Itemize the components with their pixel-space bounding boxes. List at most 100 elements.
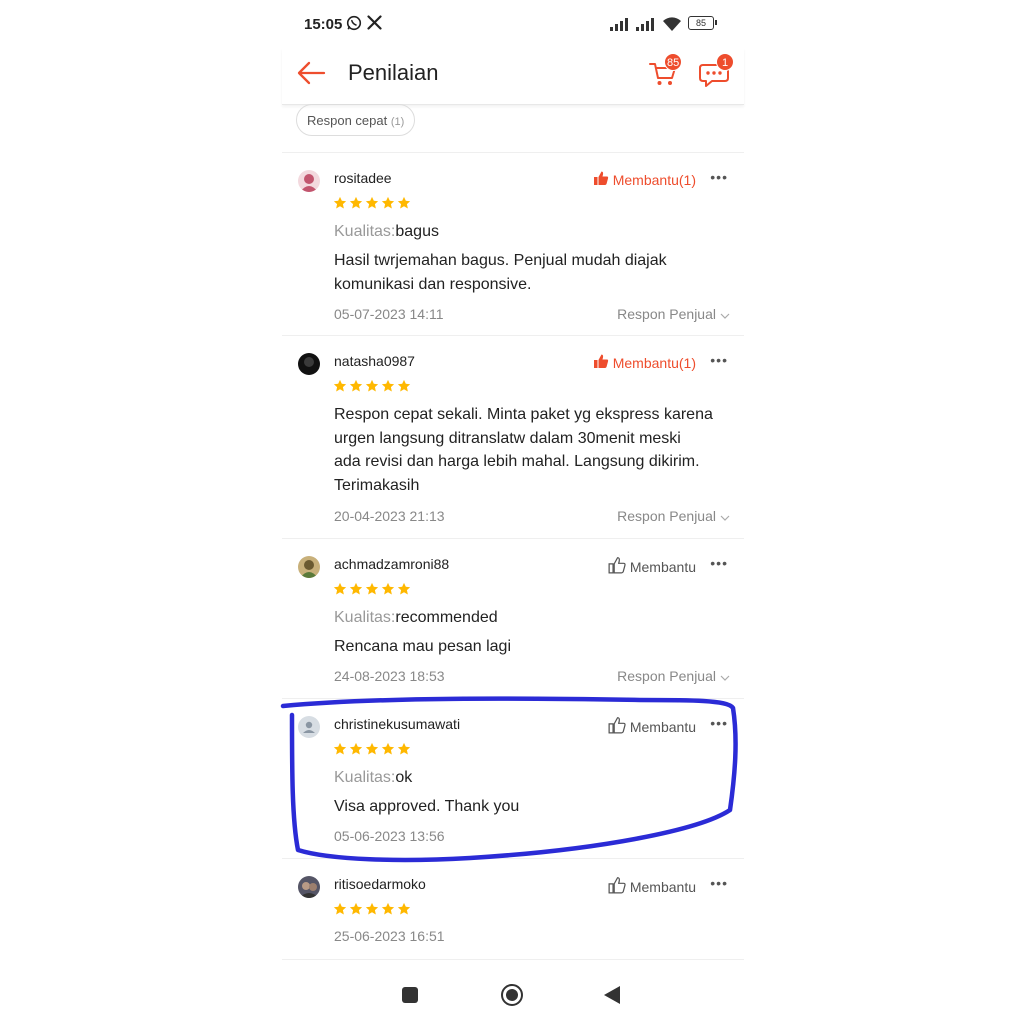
thumbs-up-icon (593, 353, 609, 372)
review-text-line: Rencana mau pesan lagi (334, 638, 512, 655)
star-icon (349, 902, 363, 916)
filter-chip-respon-cepat[interactable]: Respon cepat (1) (296, 104, 416, 136)
cart-badge: 85 (664, 53, 683, 71)
quality-label: Kualitas: (334, 223, 396, 240)
seller-response-label: Respon Penjual (617, 508, 716, 524)
rating-stars (333, 902, 411, 916)
star-icon (349, 379, 363, 393)
rating-stars (333, 196, 411, 210)
helpful-label: Membantu (629, 558, 696, 575)
cart-button[interactable]: 85 (648, 53, 683, 93)
chat-button[interactable]: 1 (698, 53, 734, 93)
star-icon (365, 742, 379, 756)
review-username: ritisoedarmoko (334, 876, 426, 892)
chevron-down-icon (720, 306, 730, 322)
avatar (298, 353, 320, 375)
more-options-icon[interactable]: ••• (710, 169, 728, 185)
chevron-down-icon (720, 508, 730, 524)
helpful-button[interactable]: Membantu (608, 716, 696, 737)
star-icon (381, 379, 395, 393)
helpful-button[interactable]: Membantu(1) (593, 170, 696, 189)
rating-stars (333, 742, 411, 756)
helpful-label: Membantu(1) (612, 171, 696, 188)
star-icon (365, 379, 379, 393)
more-options-icon[interactable]: ••• (710, 555, 728, 571)
seller-response-toggle[interactable]: Respon Penjual (617, 306, 730, 322)
back-arrow-icon[interactable] (296, 60, 326, 91)
cart-icon (648, 63, 678, 92)
star-icon (365, 582, 379, 596)
home-circle-icon[interactable] (500, 983, 524, 1007)
review-text-line: komunikasi dan responsive. (334, 275, 532, 293)
review-date: 05-06-2023 13:56 (334, 828, 445, 844)
review-item: natasha0987 Membantu(1) ••• Respon cepat… (282, 335, 744, 539)
page-header: Penilaian 85 1 (282, 48, 744, 105)
review-text-line: Terimakasih (334, 476, 420, 494)
review-item: ritisoedarmoko Membantu ••• 25-06-2023 1… (282, 858, 744, 960)
more-options-icon[interactable]: ••• (710, 875, 728, 891)
helpful-button[interactable]: Membantu (608, 556, 696, 577)
system-nav-bar (282, 960, 744, 1024)
review-username: natasha0987 (334, 353, 415, 369)
page-title: Penilaian (348, 60, 439, 85)
review-item: christinekusumawati Membantu ••• Kualita… (282, 698, 744, 859)
quality-value: recommended (395, 609, 498, 626)
review-text: Hasil twrjemahan bagus. Penjual mudah di… (334, 249, 734, 296)
star-icon (333, 196, 347, 210)
avatar (298, 556, 320, 578)
star-icon (397, 196, 411, 210)
helpful-label: Membantu (629, 718, 696, 735)
filter-chip-label: Respon cepat (307, 113, 388, 128)
review-text: Visa approved. Thank you (334, 795, 734, 819)
chat-icon (698, 64, 730, 92)
thumbs-up-icon (593, 170, 609, 189)
review-username: rositadee (334, 170, 392, 186)
rating-stars (333, 379, 411, 393)
review-text-line: Respon cepat sekali. Minta paket yg eksp… (334, 406, 713, 423)
seller-response-toggle[interactable]: Respon Penjual (617, 508, 730, 524)
helpful-button[interactable]: Membantu(1) (593, 353, 696, 372)
star-icon (397, 582, 411, 596)
back-triangle-icon[interactable] (603, 985, 621, 1010)
whatsapp-icon (346, 15, 362, 36)
rating-stars (333, 582, 411, 596)
star-icon (381, 902, 395, 916)
helpful-label: Membantu(1) (612, 354, 696, 371)
review-text-line: urgen langsung ditranslatw dalam 30menit… (334, 429, 681, 447)
review-text: Respon cepat sekali. Minta paket yg eksp… (334, 403, 734, 497)
star-icon (381, 742, 395, 756)
status-bar: 15:05 85 (282, 0, 744, 48)
thumbs-up-icon (608, 876, 626, 897)
recents-square-icon[interactable] (402, 987, 418, 1003)
star-icon (333, 582, 347, 596)
battery-level: 85 (688, 16, 714, 30)
seller-response-toggle[interactable]: Respon Penjual (617, 668, 730, 684)
review-quality: Kualitas:bagus (334, 223, 439, 241)
review-item: rositadee Membantu(1) ••• Kualitas:bagus… (282, 152, 744, 336)
quality-value: ok (395, 769, 413, 786)
more-options-icon[interactable]: ••• (710, 352, 728, 368)
review-quality: Kualitas:ok (334, 769, 412, 787)
quality-label: Kualitas: (334, 769, 396, 786)
review-quality: Kualitas:recommended (334, 609, 498, 627)
review-date: 24-08-2023 18:53 (334, 668, 445, 684)
review-item: achmadzamroni88 Membantu ••• Kualitas:re… (282, 538, 744, 699)
star-icon (397, 379, 411, 393)
thumbs-up-icon (608, 556, 626, 577)
helpful-button[interactable]: Membantu (608, 876, 696, 897)
battery-icon: 85 (688, 16, 718, 30)
quality-value: bagus (395, 223, 439, 240)
star-icon (365, 196, 379, 210)
phone-screen: 15:05 85 Penilaian 85 1 Respon cepat (1)… (282, 0, 744, 1024)
star-icon (397, 742, 411, 756)
seller-response-label: Respon Penjual (617, 668, 716, 684)
review-date: 05-07-2023 14:11 (334, 306, 444, 322)
chevron-down-icon (720, 668, 730, 684)
avatar (298, 716, 320, 738)
seller-response-label: Respon Penjual (617, 306, 716, 322)
status-time: 15:05 (304, 16, 343, 33)
avatar (298, 170, 320, 192)
star-icon (333, 742, 347, 756)
more-options-icon[interactable]: ••• (710, 715, 728, 731)
review-text: Rencana mau pesan lagi (334, 635, 734, 659)
